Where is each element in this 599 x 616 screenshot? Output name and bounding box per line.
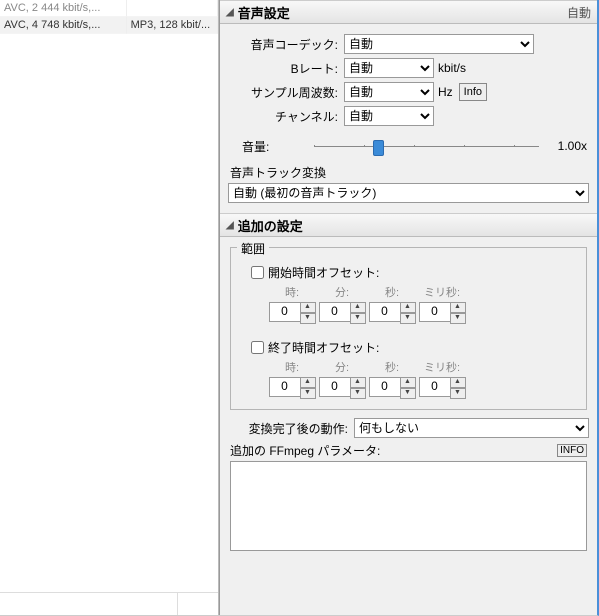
slider-thumb-icon[interactable]	[373, 140, 384, 156]
table-row[interactable]: AVC, 4 748 kbit/s,... MP3, 128 kbit/...	[0, 17, 218, 34]
track-convert-label: 音声トラック変換	[230, 164, 589, 181]
left-panel: AVC, 2 444 kbit/s,... AVC, 4 748 kbit/s,…	[0, 0, 219, 615]
unit-s: 秒:	[367, 284, 417, 300]
unit-m: 分:	[317, 284, 367, 300]
unit-h: 時:	[267, 359, 317, 375]
start-offset-checkbox[interactable]	[251, 266, 264, 279]
samplerate-unit: Hz	[438, 85, 453, 99]
unit-ms: ミリ秒:	[417, 284, 467, 300]
unit-ms: ミリ秒:	[417, 359, 467, 375]
end-s-input[interactable]: 0	[369, 377, 401, 397]
unit-h: 時:	[267, 284, 317, 300]
section-title: 追加の設定	[238, 216, 303, 235]
start-h-input[interactable]: 0	[269, 302, 301, 322]
spinner-buttons[interactable]: ▲▼	[350, 302, 366, 324]
range-group: 範囲 開始時間オフセット: 時: 分: 秒: ミリ秒: 0▲▼ 0▲▼	[230, 247, 587, 410]
file-list[interactable]: AVC, 2 444 kbit/s,... AVC, 4 748 kbit/s,…	[0, 0, 218, 592]
start-offset-row: 0▲▼ 0▲▼ 0▲▼ 0▲▼	[267, 302, 580, 324]
collapse-icon: ◢	[226, 220, 234, 231]
spinner-buttons[interactable]: ▲▼	[450, 302, 466, 324]
end-offset-row: 0▲▼ 0▲▼ 0▲▼ 0▲▼	[267, 377, 580, 399]
spinner-buttons[interactable]: ▲▼	[400, 377, 416, 399]
ffmpeg-info-button[interactable]: INFO	[557, 444, 587, 457]
codec-select[interactable]: 自動	[344, 34, 534, 54]
spinner-buttons[interactable]: ▲▼	[450, 377, 466, 399]
cell-audio	[127, 0, 218, 17]
start-ms-input[interactable]: 0	[419, 302, 451, 322]
unit-s: 秒:	[367, 359, 417, 375]
audio-section-header[interactable]: ◢ 音声設定 自動	[220, 0, 597, 24]
samplerate-info-button[interactable]: Info	[459, 83, 487, 101]
channel-select[interactable]: 自動	[344, 106, 434, 126]
after-convert-label: 変換完了後の動作:	[228, 420, 354, 437]
cell-video: AVC, 2 444 kbit/s,...	[0, 0, 127, 17]
ffmpeg-param-textarea[interactable]	[230, 461, 587, 551]
settings-panel: ◢ 音声設定 自動 音声コーデック: 自動 Bレート: 自動 kbit/s サン…	[219, 0, 597, 615]
samplerate-select[interactable]: 自動	[344, 82, 434, 102]
end-h-input[interactable]: 0	[269, 377, 301, 397]
table-row[interactable]: AVC, 2 444 kbit/s,...	[0, 0, 218, 17]
range-title: 範囲	[237, 240, 269, 257]
bitrate-label: Bレート:	[228, 60, 344, 77]
end-ms-input[interactable]: 0	[419, 377, 451, 397]
volume-value: 1.00x	[547, 139, 589, 153]
channel-label: チャンネル:	[228, 108, 344, 125]
status-bar	[0, 592, 218, 615]
extra-section-header[interactable]: ◢ 追加の設定	[220, 213, 597, 237]
section-title: 音声設定	[238, 3, 290, 22]
start-offset-label: 開始時間オフセット:	[268, 264, 379, 281]
start-s-input[interactable]: 0	[369, 302, 401, 322]
section-auto-label: 自動	[567, 4, 591, 21]
samplerate-label: サンプル周波数:	[228, 84, 344, 101]
spinner-buttons[interactable]: ▲▼	[400, 302, 416, 324]
spinner-buttons[interactable]: ▲▼	[300, 302, 316, 324]
codec-label: 音声コーデック:	[228, 36, 344, 53]
end-m-input[interactable]: 0	[319, 377, 351, 397]
spinner-buttons[interactable]: ▲▼	[300, 377, 316, 399]
end-offset-label: 終了時間オフセット:	[268, 339, 379, 356]
ffmpeg-param-label: 追加の FFmpeg パラメータ:	[230, 442, 380, 459]
cell-audio: MP3, 128 kbit/...	[127, 17, 218, 34]
bitrate-unit: kbit/s	[438, 61, 466, 75]
spinner-buttons[interactable]: ▲▼	[350, 377, 366, 399]
volume-slider[interactable]	[314, 136, 539, 156]
end-offset-checkbox[interactable]	[251, 341, 264, 354]
bitrate-select[interactable]: 自動	[344, 58, 434, 78]
cell-video: AVC, 4 748 kbit/s,...	[0, 17, 127, 34]
after-convert-select[interactable]: 何もしない	[354, 418, 589, 438]
track-convert-select[interactable]: 自動 (最初の音声トラック)	[228, 183, 589, 203]
unit-m: 分:	[317, 359, 367, 375]
start-m-input[interactable]: 0	[319, 302, 351, 322]
collapse-icon: ◢	[226, 7, 234, 18]
volume-label: 音量:	[228, 138, 306, 155]
